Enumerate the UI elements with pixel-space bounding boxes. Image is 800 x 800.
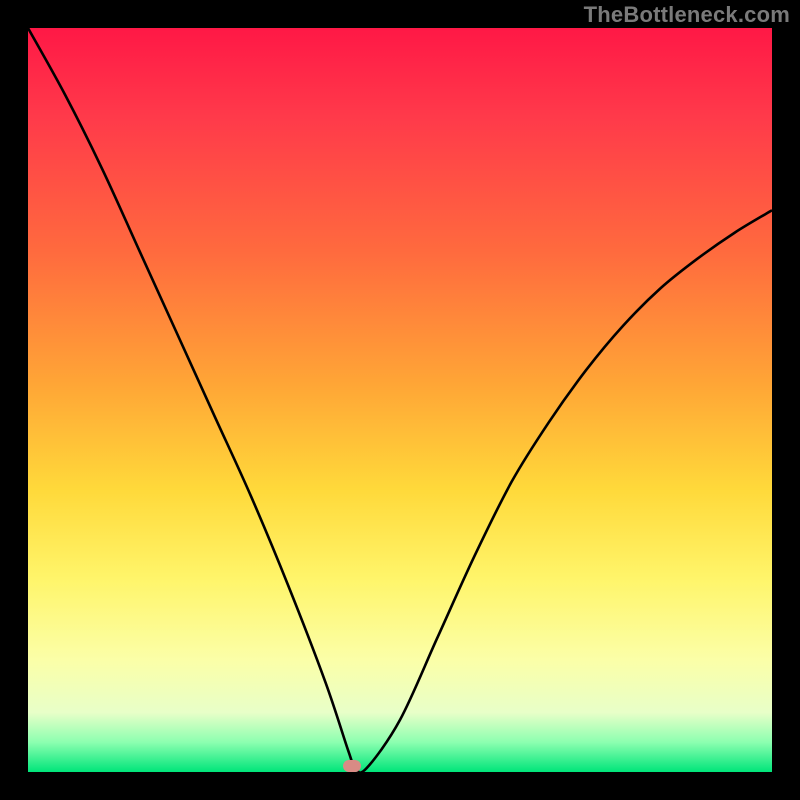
watermark-text: TheBottleneck.com (584, 2, 790, 28)
optimal-marker (343, 760, 361, 772)
bottleneck-curve (28, 28, 772, 773)
chart-frame: TheBottleneck.com (0, 0, 800, 800)
bottleneck-curve-svg (28, 28, 772, 772)
gradient-plot-area (28, 28, 772, 772)
